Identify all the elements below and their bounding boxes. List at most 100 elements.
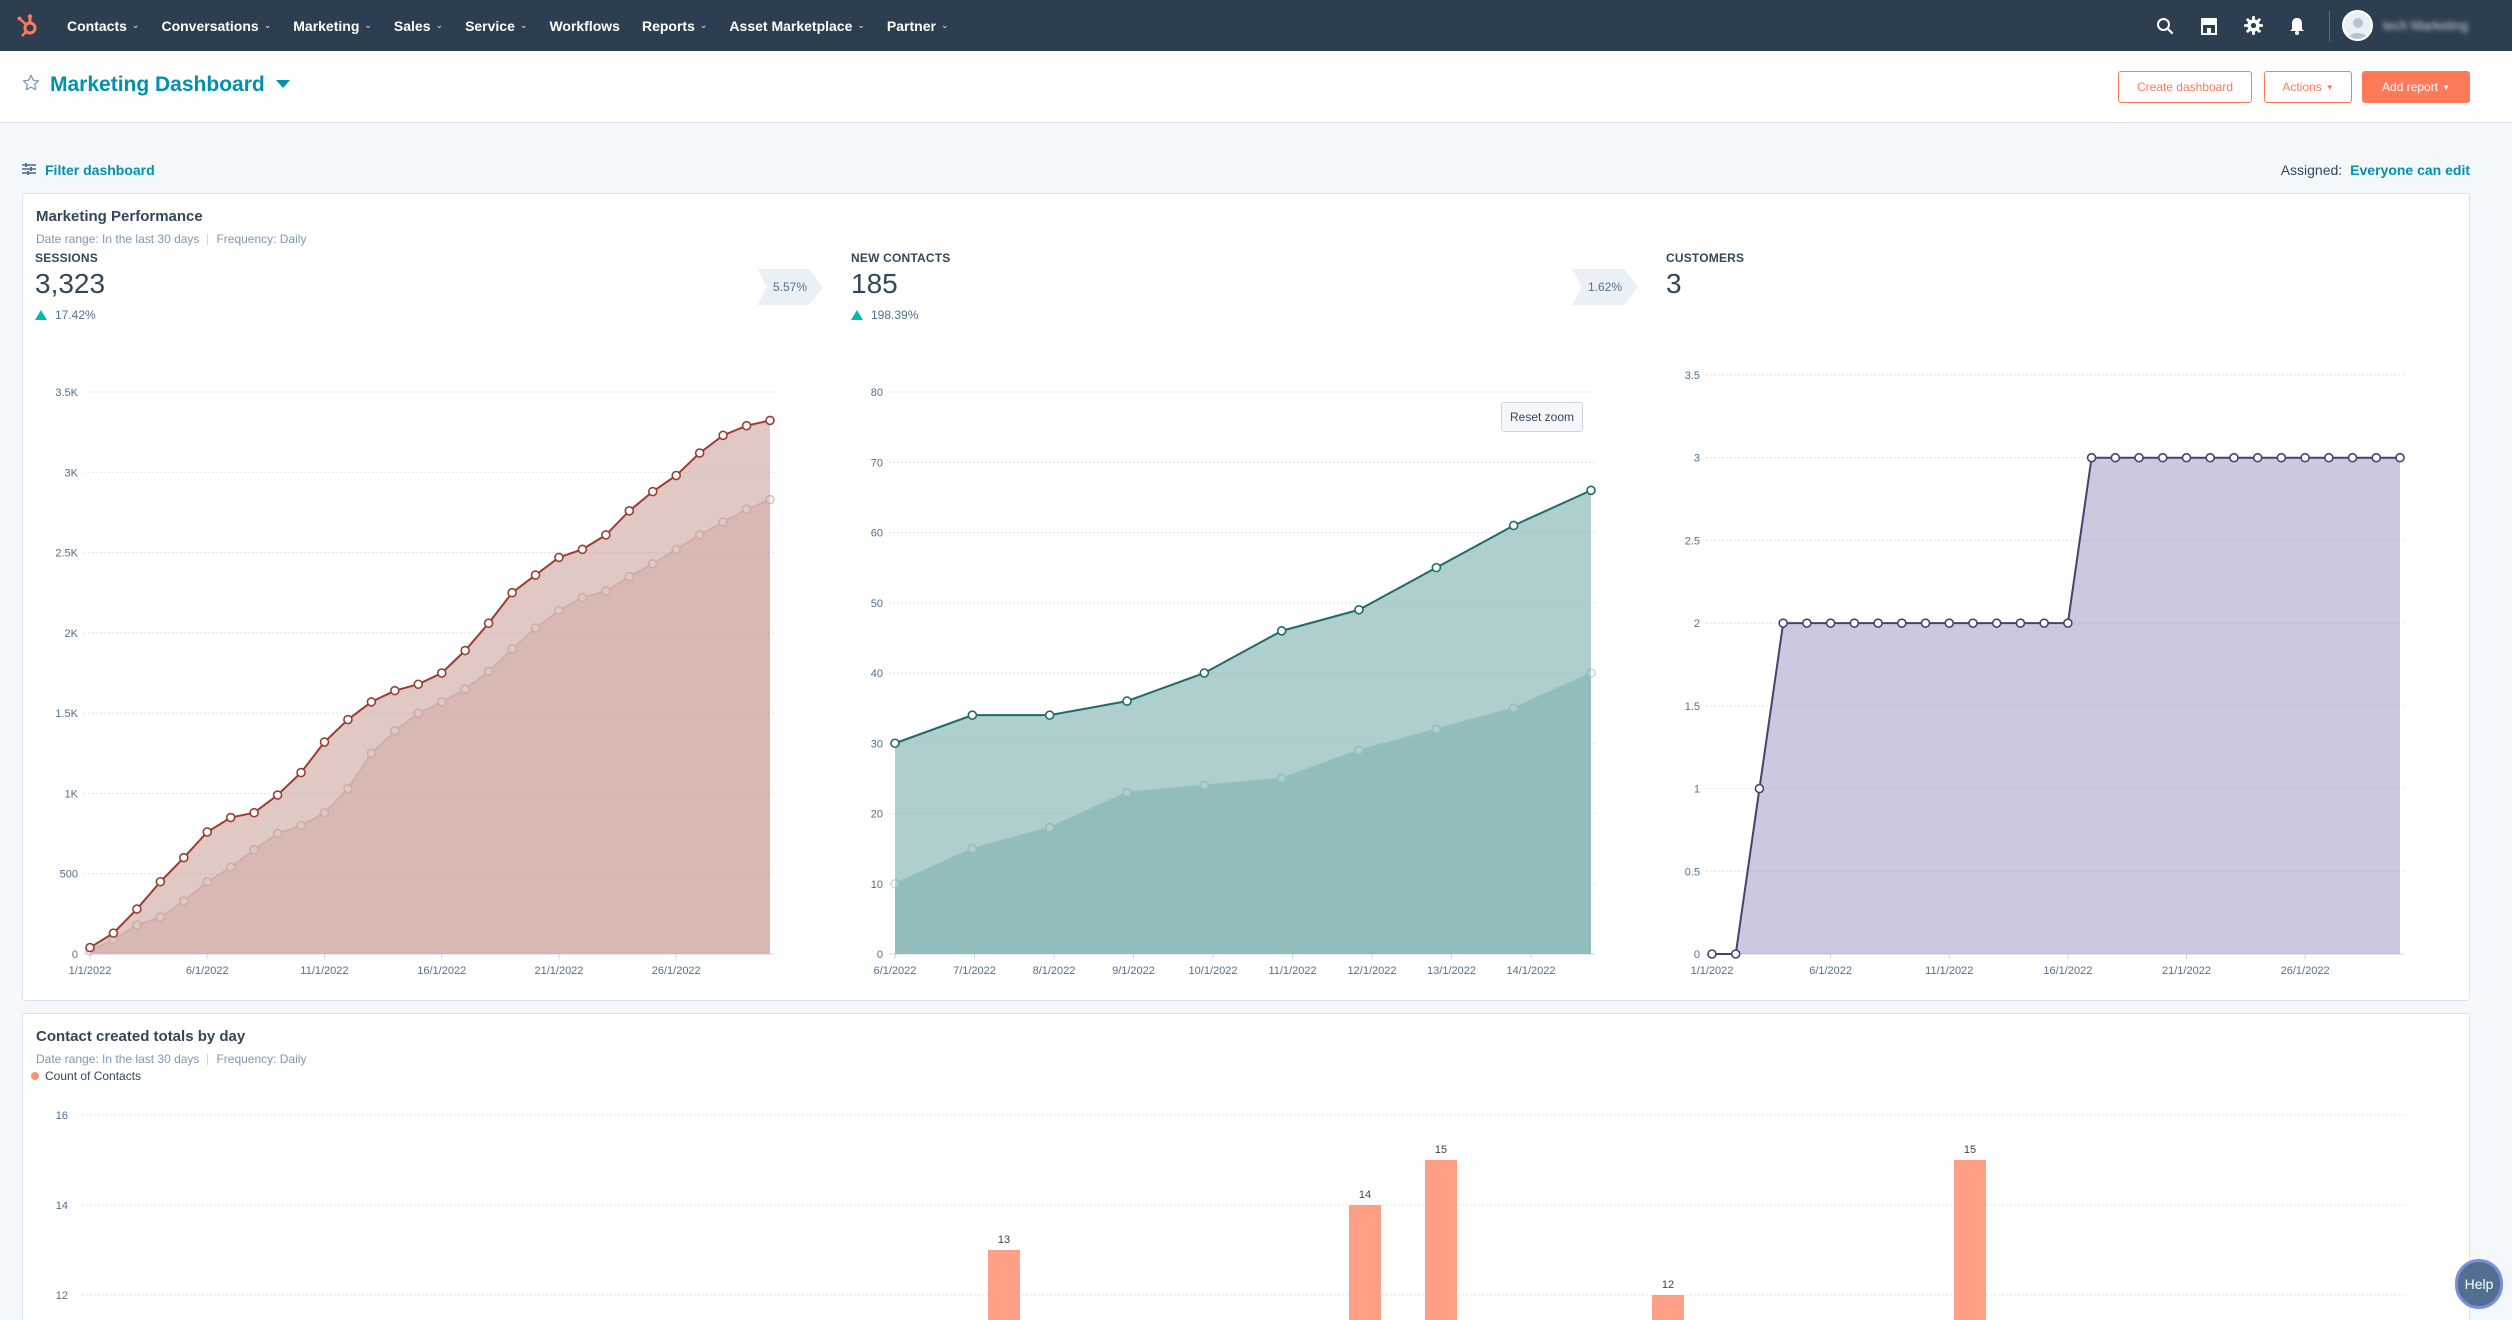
add-report-button[interactable]: Add report ▼ <box>2362 71 2470 103</box>
data-point <box>1991 618 2002 628</box>
y-tick-label: 14 <box>56 1200 68 1212</box>
data-point <box>343 714 353 725</box>
data-point <box>132 904 142 914</box>
data-point <box>390 685 400 696</box>
bar <box>1349 1205 1381 1320</box>
nav-item-label: Contacts <box>67 17 127 34</box>
nav-item-label: Conversations <box>161 17 259 34</box>
data-point <box>2039 618 2049 628</box>
nav-item-marketing[interactable]: Marketing ⌄ <box>282 18 383 34</box>
series-area <box>1712 457 2400 954</box>
chevron-down-icon: ⌄ <box>364 20 372 30</box>
nav-item-conversations[interactable]: Conversations ⌄ <box>150 18 282 34</box>
bar <box>988 1250 1020 1320</box>
y-tick-label: 70 <box>871 457 883 469</box>
data-point <box>1354 604 1364 615</box>
marketplace-icon[interactable] <box>2187 0 2231 51</box>
x-tick-label: 6/1/2022 <box>1809 965 1852 977</box>
y-tick-label: 0 <box>877 949 883 961</box>
kpi-change-sessions: 17.42% <box>35 308 96 322</box>
bar-data-label: 15 <box>1964 1144 1976 1156</box>
nav-item-service[interactable]: Service ⌄ <box>454 18 538 34</box>
y-tick-label: 3.5K <box>55 387 78 399</box>
caret-down-icon[interactable] <box>275 76 291 94</box>
search-icon[interactable] <box>2143 0 2187 51</box>
nav-item-reports[interactable]: Reports ⌄ <box>631 18 718 34</box>
y-tick-label: 2.5K <box>55 548 78 560</box>
x-tick-label: 11/1/2022 <box>1268 965 1316 977</box>
dashboard-header: Marketing Dashboard Create dashboard Act… <box>0 51 2512 123</box>
bar <box>1425 1160 1457 1320</box>
star-icon[interactable] <box>22 74 40 97</box>
x-tick-label: 16/1/2022 <box>417 965 466 977</box>
nav-item-workflows[interactable]: Workflows <box>538 18 631 34</box>
new-contacts-chart[interactable]: 0 10 20 30 40 50 60 70 80 6/1/2022 7/1/2022 8/1/202… <box>840 365 1640 985</box>
x-tick-label: 11/1/2022 <box>1925 965 1973 977</box>
nav-item-label: Service <box>465 17 515 34</box>
y-tick-label: 2 <box>1694 618 1700 630</box>
data-point <box>718 430 728 441</box>
data-point <box>1754 783 1765 794</box>
y-tick-label: 80 <box>871 387 883 399</box>
date-range: Date range: In the last 30 days <box>36 1052 200 1066</box>
y-tick-label: 0 <box>72 949 78 961</box>
nav-item-sales[interactable]: Sales ⌄ <box>383 18 454 34</box>
data-point <box>507 587 517 598</box>
bell-icon[interactable] <box>2275 0 2319 51</box>
data-point <box>741 420 752 431</box>
y-tick-label: 0.5 <box>1685 866 1700 878</box>
actions-button[interactable]: Actions ▼ <box>2264 71 2352 103</box>
create-dashboard-button[interactable]: Create dashboard <box>2118 71 2252 103</box>
customers-chart[interactable]: 0 0.5 1 1.5 2 2.5 3 3.5 1/1/2022 6/1/2022 11/1/202… <box>1652 365 2482 985</box>
x-tick-label: 11/1/2022 <box>300 965 348 977</box>
data-point <box>296 767 306 778</box>
filter-label: Filter dashboard <box>45 162 155 178</box>
chevron-down-icon: ⌄ <box>519 20 528 30</box>
x-tick-label: 26/1/2022 <box>652 965 701 977</box>
hubspot-logo-icon[interactable] <box>0 0 56 51</box>
nav-item-contacts[interactable]: Contacts ⌄ <box>56 18 150 34</box>
x-tick-label: 1/1/2022 <box>69 965 112 977</box>
x-tick-label: 8/1/2022 <box>1033 965 1076 977</box>
y-tick-label: 3 <box>1694 453 1700 465</box>
kpi-value-sessions: 3,323 <box>35 268 106 299</box>
avatar <box>2342 10 2373 41</box>
data-point <box>890 738 900 749</box>
nav-item-asset-marketplace[interactable]: Asset Marketplace ⌄ <box>718 18 876 34</box>
assigned-label: Assigned: <box>2280 162 2343 178</box>
dashboard-title-group: Marketing Dashboard <box>22 73 291 97</box>
reset-zoom-button[interactable]: Reset zoom <box>1501 402 1583 432</box>
caret-down-icon: ▼ <box>2325 82 2334 92</box>
help-button[interactable]: Help <box>2455 1259 2503 1309</box>
data-point <box>2157 452 2168 463</box>
filter-icon <box>22 162 36 178</box>
y-tick-label: 0 <box>1694 949 1700 961</box>
data-point <box>2347 452 2358 463</box>
x-tick-label: 21/1/2022 <box>534 965 583 977</box>
data-point <box>2110 452 2121 463</box>
contacts-bar-chart[interactable]: 12 14 16 13 14 15 12 15 <box>22 1095 2462 1320</box>
nav-item-label: Workflows <box>549 17 620 34</box>
conversion-value: 5.57% <box>772 280 808 294</box>
page-title[interactable]: Marketing Dashboard <box>50 73 265 97</box>
kpi-value-new-contacts: 185 <box>851 268 898 299</box>
assigned-permission-link[interactable]: Everyone can edit <box>2350 162 2470 178</box>
sessions-chart[interactable]: 0 500 1K 1.5K 2K 2.5K 3K 3.5K 1/1/2022 6/1/2022 11… <box>22 365 822 985</box>
data-point <box>1276 626 1287 636</box>
nav-item-partner[interactable]: Partner ⌄ <box>876 18 960 34</box>
data-point <box>108 928 119 938</box>
bar-data-label: 13 <box>998 1234 1010 1246</box>
data-point <box>1873 618 1883 628</box>
data-point <box>1968 618 1978 628</box>
gear-icon[interactable] <box>2231 0 2275 51</box>
card-meta: Date range: In the last 30 days Frequency… <box>36 1052 306 1066</box>
nav-item-label: Partner <box>886 17 936 34</box>
nav-item-label: Asset Marketplace <box>729 17 853 34</box>
account-menu[interactable]: tech Marketing <box>2342 10 2512 41</box>
filter-dashboard-button[interactable]: Filter dashboard <box>22 162 155 178</box>
data-point <box>2134 452 2144 463</box>
y-tick-label: 3K <box>65 467 79 479</box>
x-tick-label: 13/1/2022 <box>1427 965 1476 977</box>
data-point <box>2063 618 2073 628</box>
chart-legend[interactable]: Count of Contacts <box>31 1069 141 1083</box>
